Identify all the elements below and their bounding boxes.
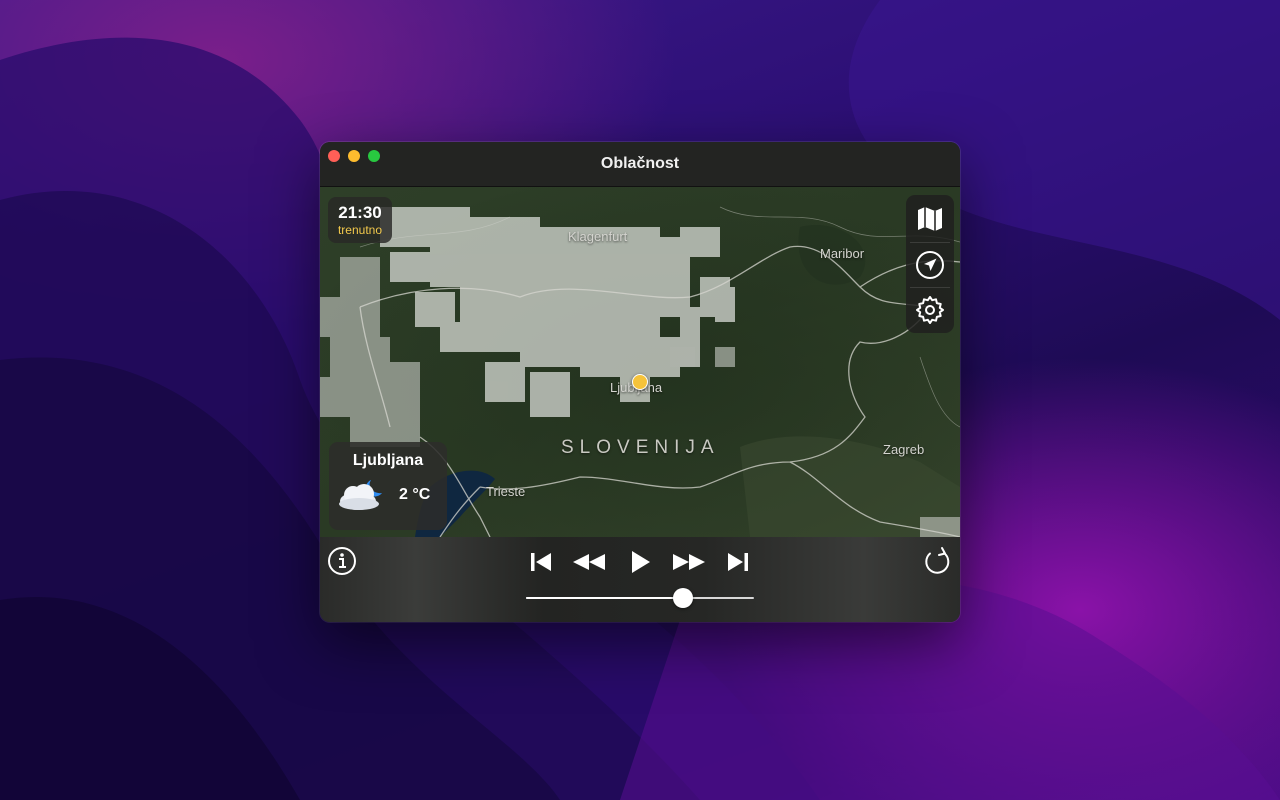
weather-card[interactable]: Ljubljana 2 °C bbox=[329, 442, 447, 530]
map-style-button[interactable] bbox=[906, 197, 954, 241]
time-indicator: 21:30 trenutno bbox=[328, 197, 392, 243]
map-tools bbox=[906, 195, 954, 333]
weather-city: Ljubljana bbox=[352, 452, 424, 469]
player-controls bbox=[320, 537, 960, 622]
partly-cloudy-night-icon bbox=[339, 480, 382, 510]
timeline-slider[interactable] bbox=[526, 588, 754, 608]
map-label-zagreb: Zagreb bbox=[883, 442, 925, 457]
current-time: 21:30 bbox=[338, 203, 382, 222]
gear-icon bbox=[916, 296, 944, 324]
weather-temperature: 2 °C bbox=[399, 486, 431, 503]
my-location-button[interactable] bbox=[906, 243, 954, 287]
rewind-icon bbox=[573, 554, 605, 570]
reload-button[interactable] bbox=[921, 545, 953, 577]
skip-to-end-icon bbox=[728, 553, 748, 571]
timeline-thumb[interactable] bbox=[673, 588, 694, 608]
location-pin-icon[interactable] bbox=[632, 374, 648, 390]
time-status: trenutno bbox=[337, 223, 383, 237]
map-label-country: SLOVENIJA bbox=[561, 437, 720, 458]
map-icon bbox=[918, 207, 942, 231]
map-label-klagenfurt: Klagenfurt bbox=[568, 229, 628, 244]
reload-icon bbox=[925, 547, 950, 574]
settings-button[interactable] bbox=[906, 288, 954, 332]
play-button[interactable] bbox=[624, 545, 656, 579]
fast-forward-icon bbox=[673, 554, 705, 570]
skip-to-start-icon bbox=[531, 553, 551, 571]
info-icon bbox=[328, 547, 356, 575]
info-button[interactable] bbox=[326, 545, 358, 577]
title-bar: Oblačnost bbox=[320, 142, 960, 187]
rewind-button[interactable] bbox=[570, 547, 608, 577]
map-label-maribor: Maribor bbox=[820, 246, 865, 261]
skip-to-start-button[interactable] bbox=[526, 547, 556, 577]
window-title: Oblačnost bbox=[600, 155, 680, 172]
cloud-map[interactable]: Klagenfurt Maribor Ljubljana SLOVENIJA Z… bbox=[320, 187, 960, 537]
play-icon bbox=[632, 551, 650, 573]
fast-forward-button[interactable] bbox=[670, 547, 708, 577]
timeline-progress bbox=[526, 597, 684, 599]
location-arrow-icon bbox=[916, 251, 944, 279]
map-label-trieste: Trieste bbox=[486, 484, 526, 499]
skip-to-end-button[interactable] bbox=[723, 547, 753, 577]
app-window: Oblačnost Klagenfurt Maribor SLOVENIJA Z… bbox=[320, 142, 960, 622]
